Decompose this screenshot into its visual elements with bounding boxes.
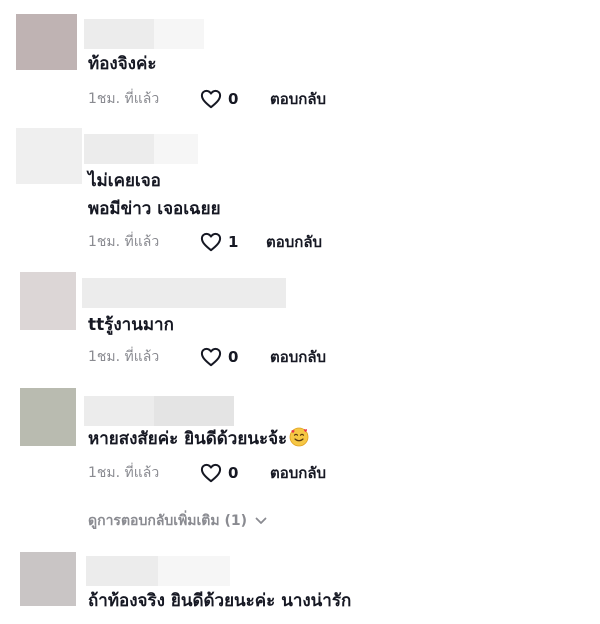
like-button[interactable]: 0 (200, 347, 262, 367)
view-more-label: ดูการตอบกลับเพิ่มเติม (1) (88, 513, 248, 529)
view-more-replies-button[interactable]: ดูการตอบกลับเพิ่มเติม (1) (88, 510, 267, 532)
avatar[interactable] (20, 388, 76, 446)
like-count: 1 (228, 233, 239, 251)
comment-text: ท้องจิงค่ะ (88, 54, 157, 74)
like-count: 0 (228, 90, 239, 108)
comment-time: 1ชม. ที่แล้ว (88, 234, 160, 250)
smiling-face-with-hearts-icon (289, 427, 309, 447)
like-button[interactable]: 0 (200, 89, 262, 109)
username-redacted[interactable] (86, 556, 230, 586)
username-redacted[interactable] (84, 19, 204, 49)
comment-text: ttรู้งานมาก (88, 315, 174, 335)
like-count: 0 (228, 348, 239, 366)
heart-icon (200, 463, 222, 483)
heart-icon (200, 232, 222, 252)
like-button[interactable]: 0 (200, 463, 262, 483)
heart-icon (200, 347, 222, 367)
reply-button[interactable]: ตอบกลับ (270, 461, 326, 485)
avatar[interactable] (16, 14, 77, 70)
comment-text: พอมีข่าว เจอเฉยย (88, 199, 221, 219)
like-count: 0 (228, 464, 239, 482)
comment-time: 1ชม. ที่แล้ว (88, 349, 160, 365)
like-button[interactable]: 1 (200, 232, 258, 252)
chevron-down-icon (255, 517, 267, 524)
comment-time: 1ชม. ที่แล้ว (88, 465, 160, 481)
username-redacted[interactable] (82, 278, 286, 308)
comment-text: ไม่เคยเจอ (88, 171, 161, 191)
avatar[interactable] (16, 128, 82, 184)
reply-button[interactable]: ตอบกลับ (270, 345, 326, 369)
avatar[interactable] (20, 272, 76, 330)
comment-text: ถ้าท้องจริง ยินดีด้วยนะค่ะ นางน่ารัก (88, 591, 352, 611)
username-redacted[interactable] (84, 134, 198, 164)
reply-button[interactable]: ตอบกลับ (266, 230, 322, 254)
reply-button[interactable]: ตอบกลับ (270, 87, 326, 111)
heart-icon (200, 89, 222, 109)
avatar[interactable] (20, 552, 76, 606)
comment-text: หายสงสัยค่ะ ยินดีด้วยนะจ้ะ (88, 426, 309, 452)
comment-time: 1ชม. ที่แล้ว (88, 91, 160, 107)
username-redacted[interactable] (84, 396, 234, 426)
